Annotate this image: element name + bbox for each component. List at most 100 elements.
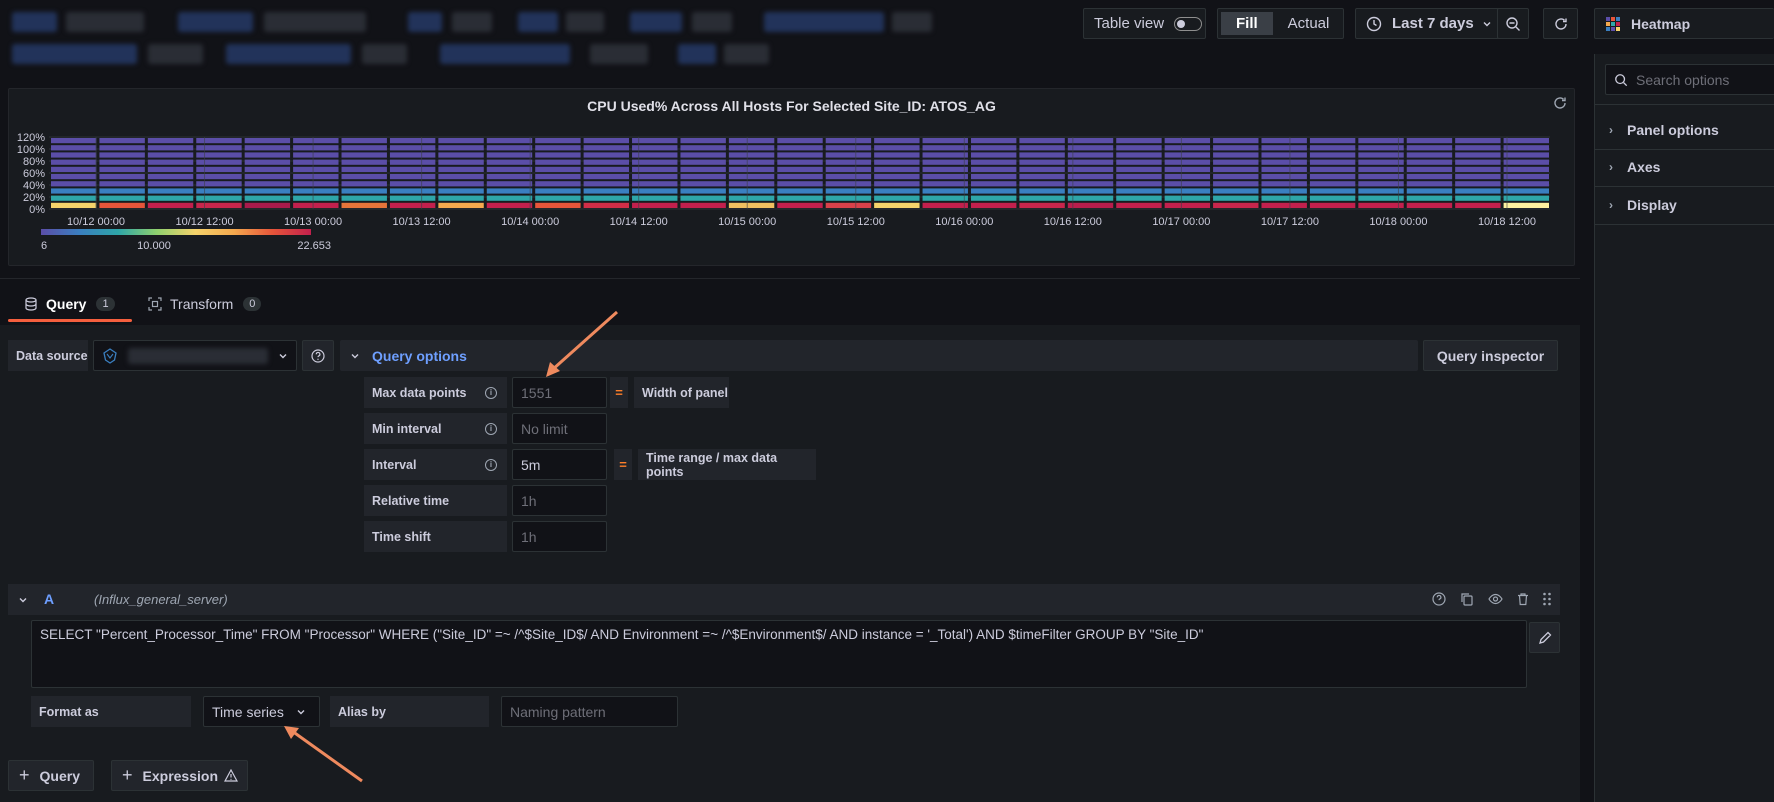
heatmap-cell <box>99 188 145 194</box>
drag-handle-icon[interactable] <box>1542 591 1552 607</box>
search-icon <box>1615 73 1628 86</box>
heatmap-cell <box>1358 166 1404 172</box>
heatmap-cell <box>147 159 194 165</box>
heatmap-cell <box>486 152 533 158</box>
heatmap-cell <box>1309 188 1356 194</box>
tab-query[interactable]: Query 1 <box>24 296 115 312</box>
trash-icon[interactable] <box>1516 592 1530 606</box>
heatmap-cell <box>1019 195 1065 201</box>
time-range-picker[interactable]: Last 7 days <box>1355 8 1500 39</box>
tab-transform[interactable]: Transform 0 <box>148 296 262 312</box>
heatmap-cell <box>1213 174 1259 180</box>
heatmap-cell <box>1309 202 1356 208</box>
database-icon <box>25 297 37 311</box>
heatmap-cell <box>970 138 1017 144</box>
heatmap-cell <box>389 195 436 201</box>
equals-sign: = <box>614 449 632 480</box>
heatmap-cell <box>1503 145 1549 151</box>
fill-button[interactable]: Fill <box>1221 12 1273 35</box>
x-tick-label: 10/15 12:00 <box>827 216 885 228</box>
heatmap-icon <box>1606 16 1620 31</box>
visualization-picker[interactable]: Heatmap <box>1594 8 1774 39</box>
heatmap-cell <box>922 174 968 180</box>
tab-transform-label: Transform <box>170 296 234 312</box>
data-source-help-button[interactable] <box>302 340 334 371</box>
time-shift-input[interactable]: 1h <box>512 521 607 552</box>
heatmap-cell <box>1067 152 1114 158</box>
x-tick-label: 10/14 12:00 <box>610 216 668 228</box>
heatmap-cell <box>196 202 242 208</box>
search-options-input[interactable]: Search options <box>1605 64 1774 95</box>
query-options-bar[interactable]: Query options <box>340 340 1418 371</box>
format-as-select[interactable]: Time series <box>203 696 320 727</box>
display-section[interactable]: › Display <box>1609 197 1677 213</box>
heatmap-cell <box>293 138 339 144</box>
x-tick-label: 10/16 12:00 <box>1044 216 1102 228</box>
plus-icon: + <box>19 765 30 785</box>
display-label: Display <box>1627 197 1677 213</box>
heatmap-cell <box>51 202 97 208</box>
y-tick-label: 0% <box>29 204 45 216</box>
relative-time-input[interactable]: 1h <box>512 485 607 516</box>
chevron-down-icon[interactable] <box>18 595 28 605</box>
alias-by-input[interactable]: Naming pattern <box>501 696 678 727</box>
heatmap-cell <box>147 138 194 144</box>
heatmap-cell <box>293 188 339 194</box>
heatmap-cell <box>147 195 194 201</box>
heatmap-cell <box>1116 181 1162 187</box>
sql-query-editor[interactable]: SELECT "Percent_Processor_Time" FROM "Pr… <box>31 620 1527 688</box>
heatmap-cell <box>99 152 145 158</box>
heatmap-cell <box>244 174 291 180</box>
heatmap-cell <box>1067 145 1114 151</box>
heatmap-cell <box>341 181 387 187</box>
heatmap-cell <box>825 188 872 194</box>
heatmap-cell <box>389 145 436 151</box>
tab-query-underline <box>8 319 132 322</box>
heatmap-cell <box>1261 152 1307 158</box>
min-interval-input[interactable]: No limit <box>512 413 607 444</box>
heatmap-cell <box>1019 152 1065 158</box>
refresh-button[interactable] <box>1543 8 1578 39</box>
heatmap-cell <box>1358 195 1404 201</box>
heatmap-cell <box>970 188 1017 194</box>
heatmap-cell <box>680 195 726 201</box>
legend-mid: 10.000 <box>137 240 171 252</box>
heatmap-cell <box>874 181 920 187</box>
data-source-picker[interactable] <box>93 340 297 371</box>
heatmap-cell <box>583 166 630 172</box>
query-row-header[interactable]: A (Influx_general_server) <box>8 584 1560 615</box>
help-icon[interactable] <box>1432 592 1446 606</box>
max-data-points-input[interactable]: 1551 <box>512 377 607 408</box>
heatmap-cell <box>293 195 339 201</box>
heatmap-cell <box>1503 138 1549 144</box>
toggle-switch[interactable] <box>1174 16 1203 31</box>
duplicate-icon[interactable] <box>1460 592 1474 606</box>
heatmap-cell <box>728 145 775 151</box>
panel-options-section[interactable]: › Panel options <box>1609 122 1719 138</box>
add-query-button[interactable]: + Query <box>8 760 94 791</box>
heatmap-cell <box>1503 188 1549 194</box>
heatmap-cell <box>970 145 1017 151</box>
query-row-letter[interactable]: A <box>44 591 54 607</box>
heatmap-cell <box>1116 145 1162 151</box>
heatmap-cell <box>196 145 242 151</box>
heatmap-cell <box>874 138 920 144</box>
toggle-editor-mode-button[interactable] <box>1529 622 1560 653</box>
add-expression-button[interactable]: + Expression <box>111 760 248 791</box>
query-inspector-button[interactable]: Query inspector <box>1423 340 1558 371</box>
actual-button[interactable]: Actual <box>1273 12 1345 35</box>
heatmap-panel: CPU Used% Across All Hosts For Selected … <box>8 88 1575 266</box>
eye-icon[interactable] <box>1488 592 1503 606</box>
zoom-out-button[interactable] <box>1497 8 1529 39</box>
interval-input[interactable]: 5m <box>512 449 607 480</box>
axes-section[interactable]: › Axes <box>1609 159 1660 175</box>
heatmap-cell <box>1164 159 1211 165</box>
heatmap-cell <box>1116 202 1162 208</box>
heatmap-cell <box>1261 166 1307 172</box>
table-view-toggle[interactable]: Table view <box>1083 8 1206 39</box>
heatmap-cell <box>341 145 387 151</box>
heatmap-cell <box>1309 166 1356 172</box>
heatmap-cell <box>1213 145 1259 151</box>
heatmap-cell <box>1358 138 1404 144</box>
heatmap-cell <box>1019 202 1065 208</box>
